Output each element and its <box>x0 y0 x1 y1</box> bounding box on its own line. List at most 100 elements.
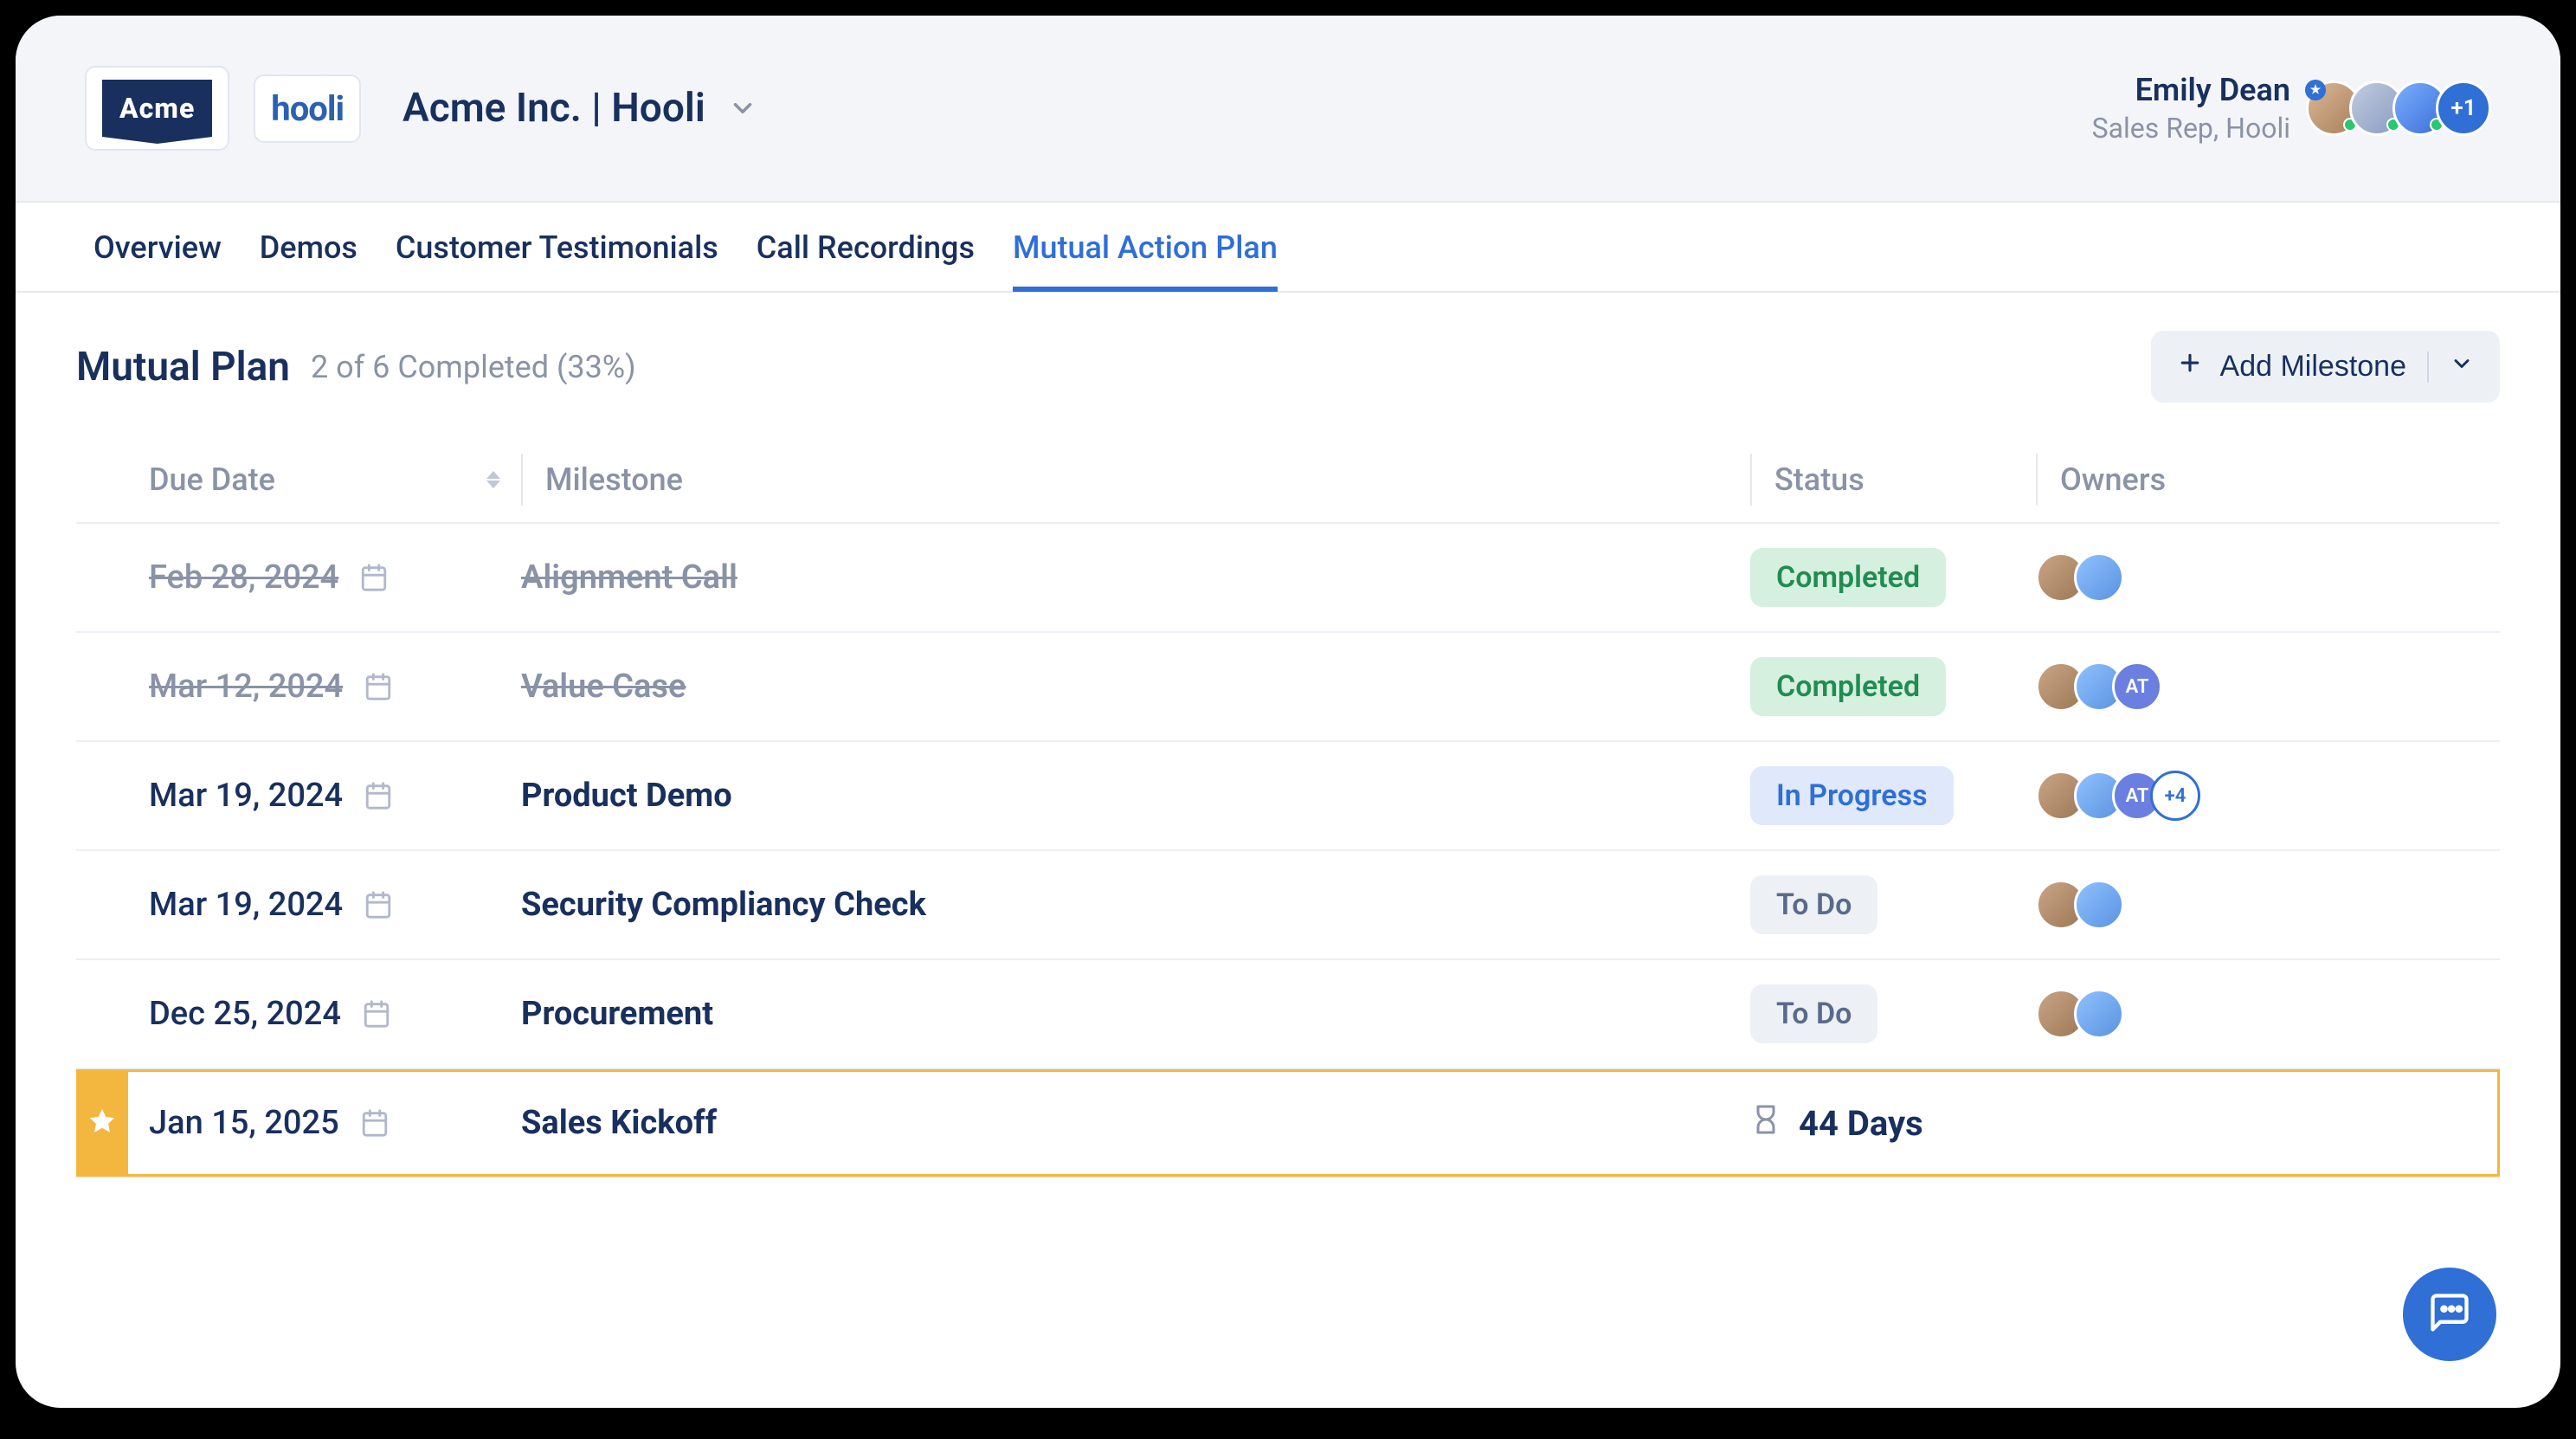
due-date-text: Mar 12, 2024 <box>149 668 343 706</box>
due-date-text: Dec 25, 2024 <box>149 995 341 1033</box>
calendar-icon[interactable] <box>364 672 393 701</box>
calendar-icon[interactable] <box>364 890 393 920</box>
due-date-cell: Mar 19, 2024 <box>149 886 521 924</box>
avatar <box>2074 989 2124 1039</box>
status-cell: Completed <box>1750 657 2036 716</box>
column-owners[interactable]: Owners <box>2036 454 2500 506</box>
milestone-cell: Procurement <box>521 995 1750 1033</box>
user-block: Emily Dean Sales Rep, Hooli <box>2092 72 2290 145</box>
star-column <box>76 851 128 958</box>
status-badge[interactable]: Completed <box>1750 548 1946 607</box>
owners-cell[interactable]: AT <box>2036 661 2500 712</box>
status-cell: In Progress <box>1750 766 2036 825</box>
chevron-down-icon <box>728 94 757 123</box>
add-milestone-label: Add Milestone <box>2220 350 2406 384</box>
due-date-cell: Jan 15, 2025 <box>149 1104 521 1142</box>
plan-title: Mutual Plan <box>76 344 290 390</box>
owners-cell[interactable] <box>2036 989 2500 1039</box>
deal-selector[interactable]: Acme Inc. | Hooli <box>402 85 757 132</box>
star-column <box>76 1069 128 1177</box>
logo-group: Acme hooli <box>85 66 361 151</box>
table-row[interactable]: Mar 12, 2024 Value CaseCompleted AT <box>76 633 2500 742</box>
column-label: Status <box>1774 461 1864 498</box>
calendar-icon[interactable] <box>364 781 393 810</box>
divider <box>2427 352 2429 383</box>
column-label: Owners <box>2060 461 2166 498</box>
calendar-icon[interactable] <box>360 1108 390 1138</box>
avatar-overflow[interactable]: +1 <box>2436 81 2491 136</box>
deal-title: Acme Inc. | Hooli <box>402 85 705 132</box>
tabs: Overview Demos Customer Testimonials Cal… <box>16 203 2560 293</box>
owners-cell[interactable] <box>2036 880 2500 930</box>
participant-avatars[interactable]: ★ +1 <box>2306 81 2491 136</box>
column-due-date[interactable]: Due Date <box>149 454 521 506</box>
due-date-text: Jan 15, 2025 <box>149 1104 339 1142</box>
header-right: Emily Dean Sales Rep, Hooli ★ +1 <box>2092 72 2491 145</box>
star-icon <box>87 1107 117 1139</box>
star-column <box>76 633 128 740</box>
hooli-logo: hooli <box>271 88 344 129</box>
acme-logo-box: Acme <box>85 66 229 151</box>
avatar-overflow[interactable]: +4 <box>2150 771 2200 821</box>
calendar-icon[interactable] <box>362 999 391 1029</box>
status-badge[interactable]: To Do <box>1750 984 1877 1043</box>
content: Mutual Plan 2 of 6 Completed (33%) Add M… <box>16 293 2560 1178</box>
milestone-cell: Security Compliancy Check <box>521 886 1750 924</box>
due-date-cell: Mar 12, 2024 <box>149 668 521 706</box>
column-label: Milestone <box>545 461 683 498</box>
milestone-cell: Sales Kickoff <box>521 1104 1750 1142</box>
calendar-icon[interactable] <box>359 563 389 592</box>
tab-overview[interactable]: Overview <box>93 203 222 292</box>
user-role: Sales Rep, Hooli <box>2092 112 2290 145</box>
table-row[interactable]: Mar 19, 2024Product DemoIn Progress AT+4 <box>76 742 2500 851</box>
table-row[interactable]: Feb 28, 2024 Alignment CallCompleted <box>76 524 2500 633</box>
chat-fab[interactable] <box>2403 1268 2496 1361</box>
tab-customer-testimonials[interactable]: Customer Testimonials <box>396 203 718 292</box>
tab-demos[interactable]: Demos <box>260 203 357 292</box>
status-cell: To Do <box>1750 984 2036 1043</box>
table-row[interactable]: Jan 15, 2025 Sales Kickoff 44 Days <box>76 1069 2500 1178</box>
chevron-down-icon <box>2450 350 2474 384</box>
table-row[interactable]: Mar 19, 2024 Security Compliancy CheckTo … <box>76 851 2500 960</box>
column-label: Due Date <box>149 461 275 498</box>
due-date-cell: Mar 19, 2024 <box>149 777 521 815</box>
plan-header: Mutual Plan 2 of 6 Completed (33%) Add M… <box>76 331 2500 403</box>
status-cell: 44 Days <box>1750 1103 2036 1144</box>
milestone-cell: Product Demo <box>521 777 1750 815</box>
chat-icon <box>2427 1290 2472 1339</box>
due-date-cell: Dec 25, 2024 <box>149 995 521 1033</box>
due-date-text: Feb 28, 2024 <box>149 558 338 597</box>
tab-mutual-action-plan[interactable]: Mutual Action Plan <box>1013 203 1278 292</box>
acme-logo: Acme <box>102 80 212 137</box>
table-header: Due Date Milestone Status Owners <box>76 437 2500 524</box>
star-column <box>76 742 128 849</box>
status-badge[interactable]: Completed <box>1750 657 1946 716</box>
due-date-text: Mar 19, 2024 <box>149 886 343 924</box>
status-badge[interactable]: In Progress <box>1750 766 1954 825</box>
column-milestone[interactable]: Milestone <box>521 454 1750 506</box>
status-badge[interactable]: To Do <box>1750 875 1877 934</box>
sort-icon[interactable] <box>486 471 500 488</box>
milestone-table: Due Date Milestone Status Owners Feb 28,… <box>76 437 2500 1178</box>
user-name: Emily Dean <box>2092 72 2290 108</box>
milestone-cell: Alignment Call <box>521 558 1750 597</box>
add-milestone-button[interactable]: Add Milestone <box>2151 331 2500 403</box>
hooli-logo-box: hooli <box>254 74 361 143</box>
column-status[interactable]: Status <box>1750 454 2036 506</box>
plan-progress: 2 of 6 Completed (33%) <box>311 349 636 385</box>
countdown-text: 44 Days <box>1799 1103 1923 1144</box>
header: Acme hooli Acme Inc. | Hooli Emily Dean … <box>16 16 2560 203</box>
status-cell: Completed <box>1750 548 2036 607</box>
countdown: 44 Days <box>1750 1103 1923 1144</box>
plus-icon <box>2177 350 2203 384</box>
avatar-initials: AT <box>2112 661 2162 712</box>
milestone-cell: Value Case <box>521 668 1750 706</box>
star-column <box>76 960 128 1068</box>
star-column <box>76 524 128 631</box>
table-row[interactable]: Dec 25, 2024 ProcurementTo Do <box>76 960 2500 1069</box>
due-date-cell: Feb 28, 2024 <box>149 558 521 597</box>
owners-cell[interactable]: AT+4 <box>2036 771 2500 821</box>
tab-call-recordings[interactable]: Call Recordings <box>757 203 975 292</box>
owners-cell[interactable] <box>2036 552 2500 603</box>
avatar <box>2074 552 2124 603</box>
